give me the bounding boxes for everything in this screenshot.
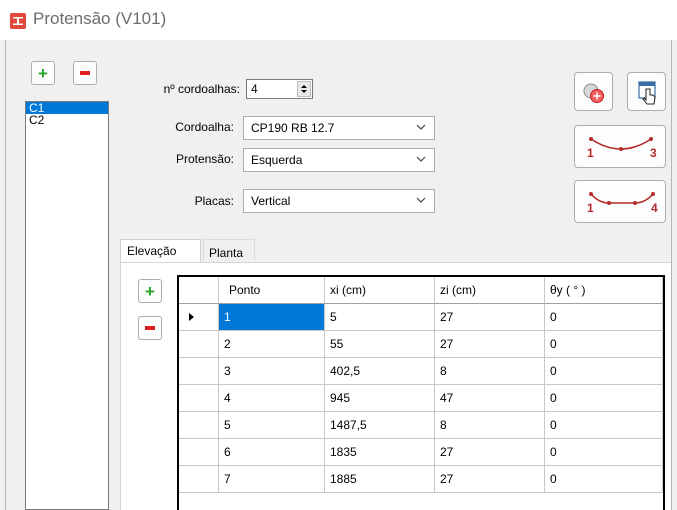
row-header[interactable] bbox=[179, 439, 219, 466]
remove-point-button[interactable] bbox=[138, 316, 162, 340]
row-header[interactable] bbox=[179, 466, 219, 493]
protensao-select[interactable]: Esquerda bbox=[243, 148, 435, 172]
current-row-arrow-icon bbox=[189, 313, 194, 321]
cell-ponto[interactable]: 1 bbox=[219, 304, 325, 331]
table-row[interactable]: 6 1835 27 0 bbox=[179, 439, 663, 466]
cell-theta[interactable]: 0 bbox=[545, 304, 663, 331]
tab-elevacao[interactable]: Elevação bbox=[120, 239, 201, 263]
row-header-corner bbox=[179, 277, 219, 304]
cell-zi[interactable]: 47 bbox=[435, 385, 545, 412]
row-header[interactable] bbox=[179, 331, 219, 358]
cell-xi[interactable]: 1885 bbox=[325, 466, 435, 493]
protensao-label: Protensão: bbox=[175, 152, 234, 166]
row-header[interactable] bbox=[179, 358, 219, 385]
table-row[interactable]: 5 1487,5 8 0 bbox=[179, 412, 663, 439]
cell-theta[interactable]: 0 bbox=[545, 412, 663, 439]
cell-zi[interactable]: 27 bbox=[435, 439, 545, 466]
window-frame-left bbox=[5, 40, 6, 510]
four-point-end-label: 4 bbox=[651, 201, 658, 215]
cell-theta[interactable]: 0 bbox=[545, 466, 663, 493]
cell-theta[interactable]: 0 bbox=[545, 385, 663, 412]
cell-ponto[interactable]: 7 bbox=[219, 466, 325, 493]
cell-theta[interactable]: 0 bbox=[545, 358, 663, 385]
table-header: Ponto xi (cm) zi (cm) θy ( ° ) bbox=[179, 277, 663, 304]
spin-buttons[interactable] bbox=[297, 81, 311, 97]
cell-ponto[interactable]: 2 bbox=[219, 331, 325, 358]
plus-icon: + bbox=[145, 281, 155, 301]
cordoalhas-value: 4 bbox=[251, 82, 258, 96]
select-cable-button[interactable] bbox=[627, 72, 666, 111]
column-header-theta[interactable]: θy ( ° ) bbox=[545, 277, 663, 304]
cell-xi[interactable]: 1487,5 bbox=[325, 412, 435, 439]
cell-ponto[interactable]: 6 bbox=[219, 439, 325, 466]
column-header-xi[interactable]: xi (cm) bbox=[325, 277, 435, 304]
add-cable-button[interactable]: + bbox=[31, 61, 55, 85]
cell-ponto[interactable]: 3 bbox=[219, 358, 325, 385]
cell-zi[interactable]: 27 bbox=[435, 466, 545, 493]
row-header[interactable] bbox=[179, 385, 219, 412]
list-item[interactable]: C2 bbox=[26, 114, 108, 126]
cell-theta[interactable]: 0 bbox=[545, 331, 663, 358]
four-point-start-label: 1 bbox=[587, 201, 594, 215]
cell-xi[interactable]: 55 bbox=[325, 331, 435, 358]
cell-theta[interactable]: 0 bbox=[545, 439, 663, 466]
cell-zi[interactable]: 8 bbox=[435, 358, 545, 385]
cell-xi[interactable]: 945 bbox=[325, 385, 435, 412]
app-icon bbox=[10, 13, 26, 29]
column-header-ponto[interactable]: Ponto bbox=[219, 277, 325, 304]
three-point-end-label: 3 bbox=[650, 146, 657, 160]
table-row[interactable]: 1 5 27 0 bbox=[179, 304, 663, 331]
points-table[interactable]: Ponto xi (cm) zi (cm) θy ( ° ) 1 5 27 0 … bbox=[177, 275, 665, 510]
table-row[interactable]: 3 402,5 8 0 bbox=[179, 358, 663, 385]
hand-pointer-icon bbox=[638, 81, 656, 105]
table-row[interactable]: 7 1885 27 0 bbox=[179, 466, 663, 493]
table-row[interactable]: 4 945 47 0 bbox=[179, 385, 663, 412]
add-point-button[interactable]: + bbox=[138, 279, 162, 303]
remove-cable-button[interactable] bbox=[73, 61, 97, 85]
minus-icon bbox=[145, 326, 155, 330]
circles-add-icon bbox=[583, 83, 604, 103]
cordoalha-select[interactable]: CP190 RB 12.7 bbox=[243, 116, 435, 140]
cell-ponto[interactable]: 5 bbox=[219, 412, 325, 439]
cordoalhas-label: nº cordoalhas: bbox=[163, 82, 240, 96]
cordoalha-label: Cordoalha: bbox=[175, 120, 234, 134]
table-row[interactable]: 2 55 27 0 bbox=[179, 331, 663, 358]
placas-select[interactable]: Vertical bbox=[243, 189, 435, 213]
plus-icon: + bbox=[38, 63, 48, 83]
cell-zi[interactable]: 27 bbox=[435, 331, 545, 358]
chevron-down-icon bbox=[416, 156, 426, 162]
cell-xi[interactable]: 402,5 bbox=[325, 358, 435, 385]
row-header[interactable] bbox=[179, 304, 219, 331]
chevron-down-icon bbox=[416, 124, 426, 130]
cell-xi[interactable]: 5 bbox=[325, 304, 435, 331]
four-point-profile-button[interactable]: 1 4 bbox=[574, 180, 666, 223]
spin-arrows-icon bbox=[301, 85, 307, 93]
chevron-down-icon bbox=[416, 197, 426, 203]
window-title: Protensão (V101) bbox=[33, 9, 167, 28]
cordoalha-value: CP190 RB 12.7 bbox=[251, 121, 335, 135]
minus-icon bbox=[80, 71, 90, 75]
cell-zi[interactable]: 27 bbox=[435, 304, 545, 331]
cordoalhas-stepper[interactable]: 4 bbox=[246, 79, 313, 99]
tab-planta[interactable]: Planta bbox=[203, 239, 255, 261]
three-point-start-label: 1 bbox=[587, 146, 594, 160]
column-header-zi[interactable]: zi (cm) bbox=[435, 277, 545, 304]
add-cable-shape-button[interactable] bbox=[574, 72, 613, 111]
cable-list[interactable]: C1 C2 bbox=[25, 101, 109, 510]
placas-value: Vertical bbox=[251, 194, 291, 208]
cell-xi[interactable]: 1835 bbox=[325, 439, 435, 466]
three-point-profile-button[interactable]: 1 3 bbox=[574, 125, 666, 168]
cell-zi[interactable]: 8 bbox=[435, 412, 545, 439]
title-bar: Protensão (V101) bbox=[0, 0, 677, 40]
cell-ponto[interactable]: 4 bbox=[219, 385, 325, 412]
window-frame-right bbox=[671, 40, 672, 510]
placas-label: Placas: bbox=[194, 194, 234, 208]
row-header[interactable] bbox=[179, 412, 219, 439]
protensao-value: Esquerda bbox=[251, 153, 303, 167]
